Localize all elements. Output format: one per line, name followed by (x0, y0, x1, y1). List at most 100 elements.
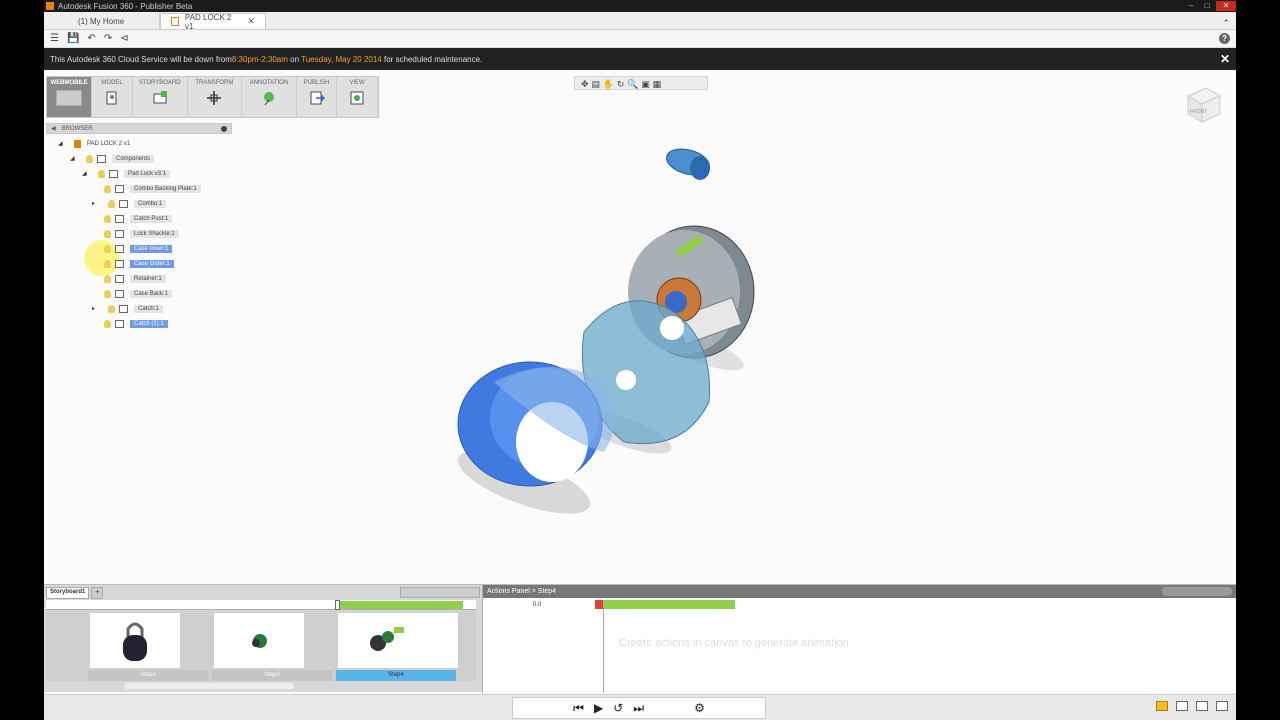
expand-icon[interactable]: ▸ (92, 305, 100, 312)
model-menu[interactable]: MODEL (92, 77, 133, 117)
workspace-icon (56, 90, 83, 106)
view-menu[interactable]: VIEW (337, 77, 378, 117)
step-thumbnail[interactable]: Step3 (212, 611, 332, 681)
visibility-bulb-icon[interactable] (104, 259, 111, 268)
visibility-bulb-icon[interactable] (104, 289, 111, 298)
visibility-bulb-icon[interactable] (104, 274, 111, 283)
help-icon[interactable]: ? (1219, 33, 1230, 44)
play-icon[interactable]: ▶ (594, 701, 603, 715)
visibility-bulb-icon[interactable] (86, 154, 93, 163)
transform-menu[interactable]: TRANSFORM (188, 77, 243, 117)
component-icon (115, 289, 124, 298)
visibility-bulb-icon[interactable] (104, 214, 111, 223)
skip-back-icon[interactable]: ⏮ (573, 701, 584, 716)
layout-fullscreen-icon[interactable] (1216, 701, 1228, 711)
tree-item[interactable]: Lock Shackle:1 (96, 228, 179, 239)
gear-icon[interactable]: ⚙ (694, 701, 705, 715)
tree-item[interactable]: ▸ Catch:1 (92, 303, 163, 314)
model-canvas[interactable]: WEBMOBILE MODEL STORYBOARD TRANSFORM ANN… (44, 72, 1236, 592)
step-thumbnail[interactable]: Step4 (336, 611, 458, 681)
visibility-bulb-icon[interactable] (104, 244, 111, 253)
visibility-bulb-icon[interactable] (104, 184, 111, 193)
visibility-bulb-icon[interactable] (108, 199, 115, 208)
app-logo-icon (46, 2, 54, 10)
tab-my-home[interactable]: (1) My Home (44, 13, 160, 29)
visibility-bulb-icon[interactable] (104, 319, 111, 328)
step-thumbnails: Step2 Step3 Step4 (46, 611, 476, 681)
visibility-bulb-icon[interactable] (104, 229, 111, 238)
menu-icon[interactable]: ☰ (50, 33, 59, 44)
loop-icon[interactable]: ↺ (613, 701, 623, 715)
component-icon (115, 184, 124, 193)
collapse-icon[interactable]: ◢ (82, 170, 90, 177)
layout-split-icon[interactable] (1176, 701, 1188, 711)
collapse-icon[interactable]: ◢ (70, 155, 78, 162)
publish-menu[interactable]: PUBLISH (297, 77, 338, 117)
tree-item[interactable]: Case Back:1 (96, 288, 173, 299)
close-banner-icon[interactable]: ✕ (1220, 52, 1230, 66)
tab-pad-lock[interactable]: PAD LOCK 2 v1 ✕ (160, 13, 266, 31)
transform-icon (207, 91, 222, 105)
tree-root[interactable]: ◢ PAD LOCK 2 v1 (58, 138, 130, 149)
view-cube[interactable]: FRONT (1180, 82, 1224, 126)
step-label: Step4 (336, 670, 456, 681)
close-window-button[interactable]: ✕ (1216, 1, 1236, 11)
storyboard-tab[interactable]: Storyboard1 (46, 587, 90, 599)
annotation-menu[interactable]: ANNOTATION (242, 77, 297, 117)
minimize-button[interactable]: – (1184, 1, 1198, 11)
visibility-bulb-icon[interactable] (98, 169, 105, 178)
browser-header[interactable]: ◀ BROWSER (46, 123, 232, 134)
annotation-label: ANNOTATION (249, 80, 289, 86)
visibility-bulb-icon[interactable] (108, 304, 115, 313)
storyboard-timeline[interactable] (46, 600, 476, 610)
share-icon[interactable]: ⊲ (120, 33, 128, 44)
app-window: (1) My Home PAD LOCK 2 v1 ✕ ⌃ ☰ 💾 ↶ ↷ ⊲ … (44, 12, 1236, 720)
tree-item[interactable]: Catch (1):1 (96, 318, 168, 329)
tree-item[interactable]: Case Outer:1 (96, 258, 174, 269)
step-label: Step2 (88, 670, 208, 681)
workspace-switcher[interactable]: WEBMOBILE (47, 77, 93, 117)
banner-text-prefix: This Autodesk 360 Cloud Service will be … (50, 54, 232, 64)
add-storyboard-button[interactable]: + (91, 587, 104, 599)
tree-item[interactable]: ▸ Combo:1 (92, 198, 167, 209)
storyboard-menu[interactable]: STORYBOARD (133, 77, 188, 117)
tree-item[interactable]: Catch Post:1 (96, 213, 173, 224)
thumbnail-scrollbar[interactable] (124, 683, 294, 689)
actions-panel-header: Actions Panel > Step4 (483, 585, 1236, 598)
navigation-bar[interactable]: ✥ ▤ ✋ ↻ 🔍 ▣ ▦ (574, 76, 708, 90)
ribbon-toolbar: WEBMOBILE MODEL STORYBOARD TRANSFORM ANN… (46, 76, 379, 118)
actions-panel-title: Actions Panel > Step4 (487, 588, 557, 595)
exploded-thumbnail-icon (338, 613, 458, 668)
tree-item[interactable]: Combo Backing Plate:1 (96, 183, 201, 194)
tree-pad-lock[interactable]: ◢ Pad Lock v3:1 (82, 168, 171, 179)
quick-access-toolbar: ☰ 💾 ↶ ↷ ⊲ ? (44, 30, 1236, 48)
step-thumbnail[interactable]: Step2 (88, 611, 208, 681)
actions-timeline[interactable] (595, 600, 735, 609)
collapse-icon[interactable]: ◢ (58, 140, 66, 147)
banner-date: Tuesday, May 20 2014 (301, 54, 382, 64)
skip-forward-icon[interactable]: ⏭ (633, 701, 644, 716)
chevron-up-icon[interactable]: ⌃ (1222, 18, 1230, 29)
save-icon[interactable]: 💾 (67, 33, 79, 44)
actions-zoom-slider[interactable] (1162, 587, 1232, 596)
tree-item[interactable]: Case Inner:1 (96, 243, 173, 254)
timeline-zoom-slider[interactable] (400, 587, 480, 598)
view-cube-face-label: FRONT (1190, 109, 1207, 115)
layout-canvas-icon[interactable] (1196, 701, 1208, 711)
expand-icon[interactable]: ▸ (92, 200, 100, 207)
tree-item[interactable]: Retainer:1 (96, 273, 166, 284)
playhead[interactable] (335, 600, 340, 610)
close-tab-icon[interactable]: ✕ (247, 16, 255, 27)
tree-components[interactable]: ◢ Components (70, 153, 155, 164)
current-time-marker[interactable] (595, 600, 603, 609)
maximize-button[interactable]: □ (1200, 1, 1214, 11)
window-title: Autodesk Fusion 360 - Publisher Beta (58, 1, 193, 11)
banner-time: 8:30pm-2:30am (231, 54, 288, 64)
redo-icon[interactable]: ↷ (104, 33, 112, 44)
workspace-label: WEBMOBILE (50, 80, 88, 86)
undo-icon[interactable]: ↶ (87, 33, 95, 44)
pin-icon[interactable] (221, 125, 227, 132)
collapse-browser-icon[interactable]: ◀ (51, 125, 56, 132)
layout-storyboard-icon[interactable] (1156, 701, 1168, 711)
exploded-padlock-model[interactable] (424, 142, 784, 542)
